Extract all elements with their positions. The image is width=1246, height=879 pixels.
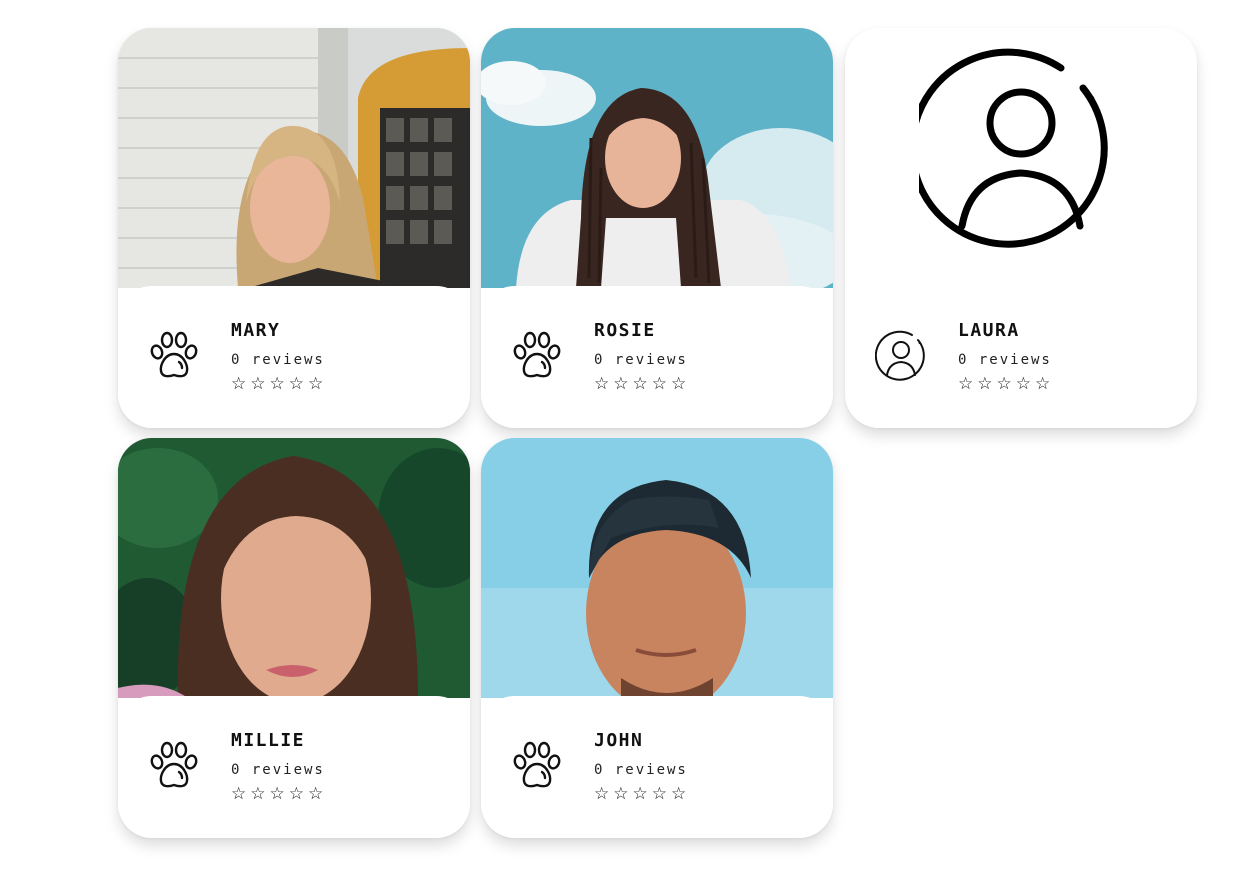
profile-info-panel: MARY 0 reviews ☆☆☆☆☆ bbox=[118, 286, 470, 428]
paw-icon bbox=[511, 330, 563, 382]
profile-card-mary[interactable]: MARY 0 reviews ☆☆☆☆☆ bbox=[118, 28, 470, 428]
star-rating[interactable]: ☆☆☆☆☆ bbox=[958, 374, 1054, 394]
profile-photo bbox=[481, 438, 833, 698]
paw-icon bbox=[148, 740, 200, 792]
star-rating[interactable]: ☆☆☆☆☆ bbox=[594, 374, 690, 394]
user-placeholder-icon bbox=[919, 46, 1123, 250]
review-count: 0 reviews bbox=[594, 352, 688, 368]
profile-photo bbox=[118, 28, 470, 288]
profile-name: MILLIE bbox=[231, 730, 306, 751]
review-count: 0 reviews bbox=[958, 352, 1052, 368]
profile-photo bbox=[481, 28, 833, 288]
paw-icon bbox=[511, 740, 563, 792]
profile-info-panel: JOHN 0 reviews ☆☆☆☆☆ bbox=[481, 696, 833, 838]
profile-info-panel: LAURA 0 reviews ☆☆☆☆☆ bbox=[845, 286, 1197, 428]
profile-card-laura[interactable]: LAURA 0 reviews ☆☆☆☆☆ bbox=[845, 28, 1197, 428]
profile-name: ROSIE bbox=[594, 320, 656, 341]
star-rating[interactable]: ☆☆☆☆☆ bbox=[231, 374, 327, 394]
profile-name: MARY bbox=[231, 320, 281, 341]
profile-card-rosie[interactable]: ROSIE 0 reviews ☆☆☆☆☆ bbox=[481, 28, 833, 428]
star-rating[interactable]: ☆☆☆☆☆ bbox=[231, 784, 327, 804]
profile-name: LAURA bbox=[958, 320, 1020, 341]
user-circle-icon bbox=[875, 330, 927, 382]
star-rating[interactable]: ☆☆☆☆☆ bbox=[594, 784, 690, 804]
profile-card-millie[interactable]: MILLIE 0 reviews ☆☆☆☆☆ bbox=[118, 438, 470, 838]
profile-name: JOHN bbox=[594, 730, 644, 751]
profile-card-john[interactable]: JOHN 0 reviews ☆☆☆☆☆ bbox=[481, 438, 833, 838]
review-count: 0 reviews bbox=[231, 352, 325, 368]
paw-icon bbox=[148, 330, 200, 382]
review-count: 0 reviews bbox=[594, 762, 688, 778]
profile-photo bbox=[118, 438, 470, 698]
profile-info-panel: MILLIE 0 reviews ☆☆☆☆☆ bbox=[118, 696, 470, 838]
profile-info-panel: ROSIE 0 reviews ☆☆☆☆☆ bbox=[481, 286, 833, 428]
review-count: 0 reviews bbox=[231, 762, 325, 778]
